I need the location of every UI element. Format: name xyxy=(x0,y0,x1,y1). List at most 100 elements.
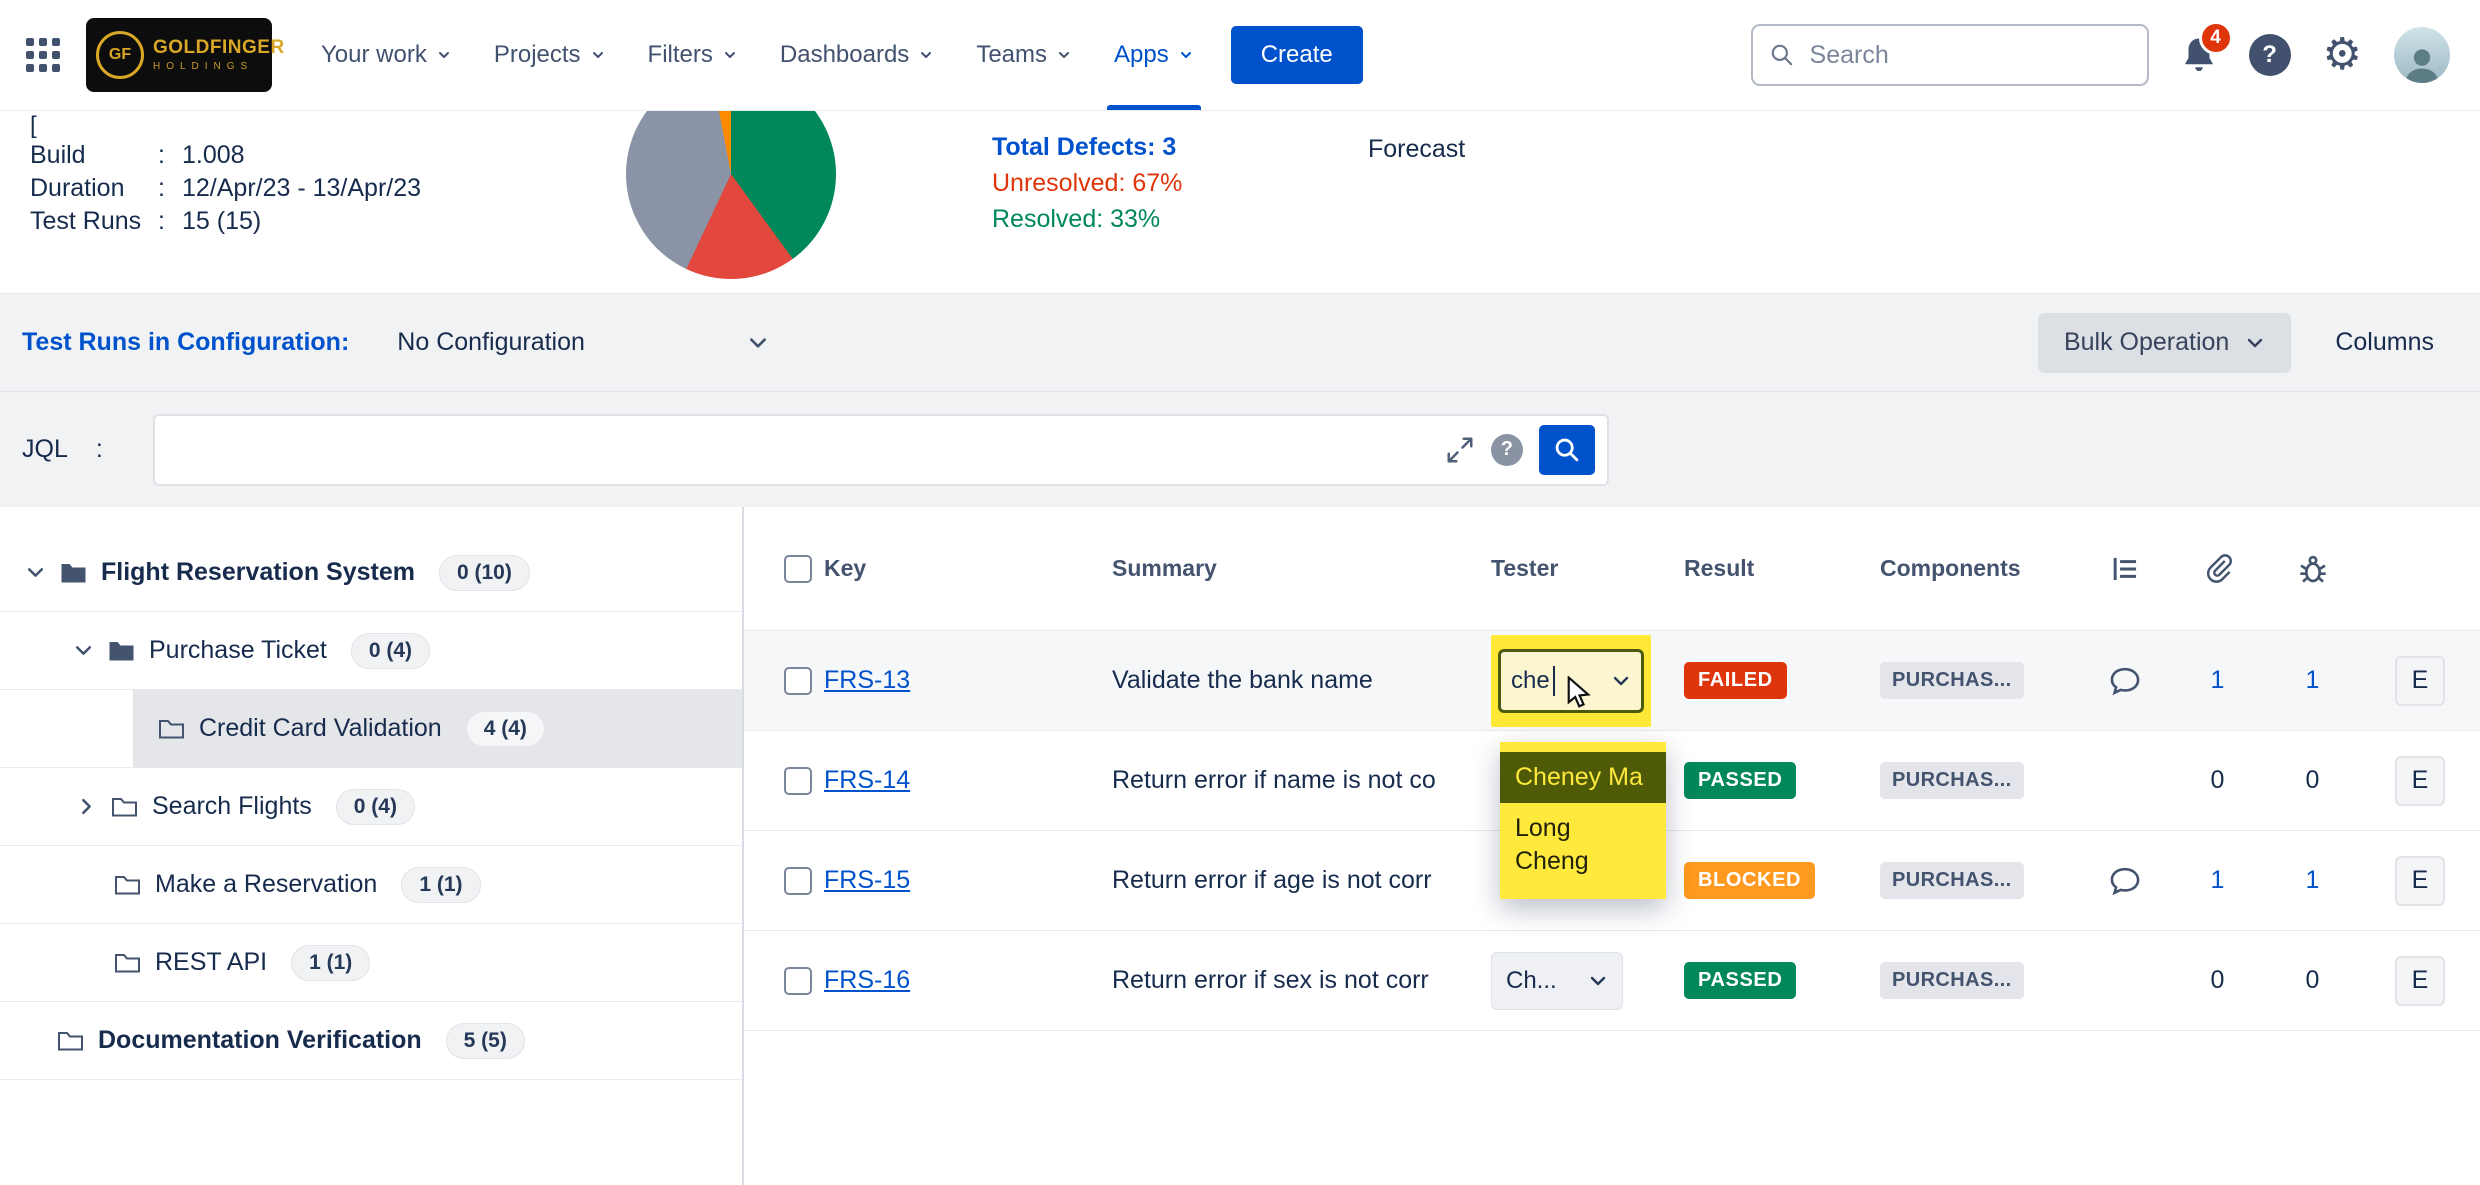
result-badge: PASSED xyxy=(1684,962,1796,999)
global-search[interactable] xyxy=(1751,24,2149,86)
configuration-dropdown[interactable]: No Configuration xyxy=(397,328,769,357)
tester-combobox[interactable]: che xyxy=(1498,649,1644,713)
execute-button[interactable]: E xyxy=(2395,856,2445,906)
tree-item-credit-card-validation[interactable]: Credit Card Validation 4 (4) xyxy=(0,690,742,768)
count-badge: 0 (10) xyxy=(439,555,530,591)
result-badge: BLOCKED xyxy=(1684,862,1815,899)
test-steps-icon xyxy=(2109,554,2141,584)
component-badge: PURCHAS... xyxy=(1880,762,2024,799)
jql-search-button[interactable] xyxy=(1539,425,1595,475)
attachments-count[interactable]: 1 xyxy=(2211,666,2225,695)
row-checkbox[interactable] xyxy=(784,867,812,895)
bulk-operation-button[interactable]: Bulk Operation xyxy=(2038,313,2291,373)
attachments-count: 0 xyxy=(2211,766,2225,795)
execute-button[interactable]: E xyxy=(2395,956,2445,1006)
nav-item-filters[interactable]: Filters xyxy=(627,0,759,110)
execute-button[interactable]: E xyxy=(2395,756,2445,806)
dropdown-option-long-cheng[interactable]: Long Cheng xyxy=(1500,803,1666,887)
attachments-count: 0 xyxy=(2211,966,2225,995)
row-checkbox[interactable] xyxy=(784,667,812,695)
chevron-down-icon[interactable] xyxy=(25,562,46,583)
pie-chart xyxy=(626,111,836,279)
count-badge: 4 (4) xyxy=(466,711,545,747)
table-row: FRS-16 Return error if sex is not corr C… xyxy=(744,931,2480,1031)
execute-button[interactable]: E xyxy=(2395,656,2445,706)
table-header-row: Key Summary Tester Result Components xyxy=(744,507,2480,631)
bug-icon xyxy=(2297,553,2329,585)
app-root: { "nav": { "logo": {"roundel": "GF", "ti… xyxy=(0,0,2480,1184)
help-button[interactable]: ? xyxy=(2249,34,2291,76)
search-icon xyxy=(1553,436,1581,464)
tree-item-search-flights[interactable]: Search Flights 0 (4) xyxy=(0,768,742,846)
summary-cell: Return error if age is not corr xyxy=(1112,866,1491,895)
create-button[interactable]: Create xyxy=(1231,26,1363,84)
issue-key-link[interactable]: FRS-16 xyxy=(824,966,1112,995)
col-header-tester: Tester xyxy=(1491,555,1684,582)
folder-icon xyxy=(60,561,87,584)
summary-field-build: Build:1.008 xyxy=(30,139,421,172)
search-input[interactable] xyxy=(1808,40,2131,71)
comment-icon[interactable] xyxy=(2108,865,2142,897)
col-header-components: Components xyxy=(1880,555,2080,582)
issue-key-link[interactable]: FRS-13 xyxy=(824,666,1112,695)
folder-icon xyxy=(108,639,135,662)
settings-gear-icon[interactable]: ⚙ xyxy=(2323,33,2362,77)
tree-item-make-a-reservation[interactable]: Make a Reservation 1 (1) xyxy=(0,846,742,924)
row-checkbox[interactable] xyxy=(784,967,812,995)
tree-item-purchase-ticket[interactable]: Purchase Ticket 0 (4) xyxy=(0,612,742,690)
count-badge: 0 (4) xyxy=(351,633,430,669)
user-avatar[interactable] xyxy=(2394,27,2450,83)
test-execution-summary: [ Build:1.008 Duration:12/Apr/23 - 13/Ap… xyxy=(0,111,2480,293)
component-badge: PURCHAS... xyxy=(1880,962,2024,999)
jql-help-icon[interactable]: ? xyxy=(1491,434,1523,466)
tester-highlight: che xyxy=(1491,635,1651,727)
chevron-down-icon[interactable] xyxy=(73,640,94,661)
nav-item-teams[interactable]: Teams xyxy=(955,0,1093,110)
search-icon xyxy=(1769,42,1795,68)
comment-icon[interactable] xyxy=(2108,665,2142,697)
count-badge: 5 (5) xyxy=(446,1023,525,1059)
nav-item-apps[interactable]: Apps xyxy=(1093,0,1215,110)
issue-key-link[interactable]: FRS-14 xyxy=(824,766,1112,795)
tester-dropdown-menu: Cheney Ma Long Cheng xyxy=(1500,742,1666,899)
folder-outline-icon xyxy=(57,1029,84,1052)
expand-icon[interactable] xyxy=(1445,435,1475,465)
notification-badge: 4 xyxy=(2199,21,2233,55)
app-switcher-icon[interactable] xyxy=(26,38,60,72)
nav-item-your-work[interactable]: Your work xyxy=(300,0,473,110)
logo-title: GOLDFINGER xyxy=(153,38,285,58)
chevron-down-icon xyxy=(1611,671,1631,691)
defects-count[interactable]: 1 xyxy=(2306,866,2320,895)
tree-item-documentation-verification[interactable]: Documentation Verification 5 (5) xyxy=(0,1002,742,1080)
goldfinger-logo[interactable]: GF GOLDFINGER HOLDINGS xyxy=(86,18,272,92)
dropdown-option-cheney-ma[interactable]: Cheney Ma xyxy=(1500,752,1666,803)
defects-count[interactable]: 1 xyxy=(2306,666,2320,695)
tree-item-rest-api[interactable]: REST API 1 (1) xyxy=(0,924,742,1002)
config-section-label: Test Runs in Configuration: xyxy=(22,328,349,357)
result-badge: PASSED xyxy=(1684,762,1796,799)
select-all-checkbox[interactable] xyxy=(784,555,812,583)
attachments-count[interactable]: 1 xyxy=(2211,866,2225,895)
notifications-button[interactable]: 4 xyxy=(2181,35,2217,75)
issue-key-link[interactable]: FRS-15 xyxy=(824,866,1112,895)
chevron-down-icon xyxy=(1588,971,1608,991)
tester-select[interactable]: Ch... xyxy=(1491,952,1623,1010)
chevron-down-icon xyxy=(722,47,738,63)
nav-item-projects[interactable]: Projects xyxy=(473,0,627,110)
summary-cell: Return error if name is not co xyxy=(1112,766,1491,795)
jql-input[interactable] xyxy=(175,434,1429,465)
filters-band: Test Runs in Configuration: No Configura… xyxy=(0,293,2480,507)
summary-cell: Validate the bank name xyxy=(1112,666,1491,695)
summary-cell: Return error if sex is not corr xyxy=(1112,966,1491,995)
mouse-cursor-icon xyxy=(1563,676,1593,710)
folder-outline-icon xyxy=(114,873,141,896)
folder-outline-icon xyxy=(111,795,138,818)
chevron-right-icon[interactable] xyxy=(76,796,97,817)
nav-item-dashboards[interactable]: Dashboards xyxy=(759,0,955,110)
columns-button[interactable]: Columns xyxy=(2329,327,2440,358)
count-badge: 1 (1) xyxy=(401,867,480,903)
defects-count: 0 xyxy=(2306,766,2320,795)
paperclip-icon xyxy=(2203,553,2233,585)
tree-item-flight-reservation-system[interactable]: Flight Reservation System 0 (10) xyxy=(0,534,742,612)
row-checkbox[interactable] xyxy=(784,767,812,795)
